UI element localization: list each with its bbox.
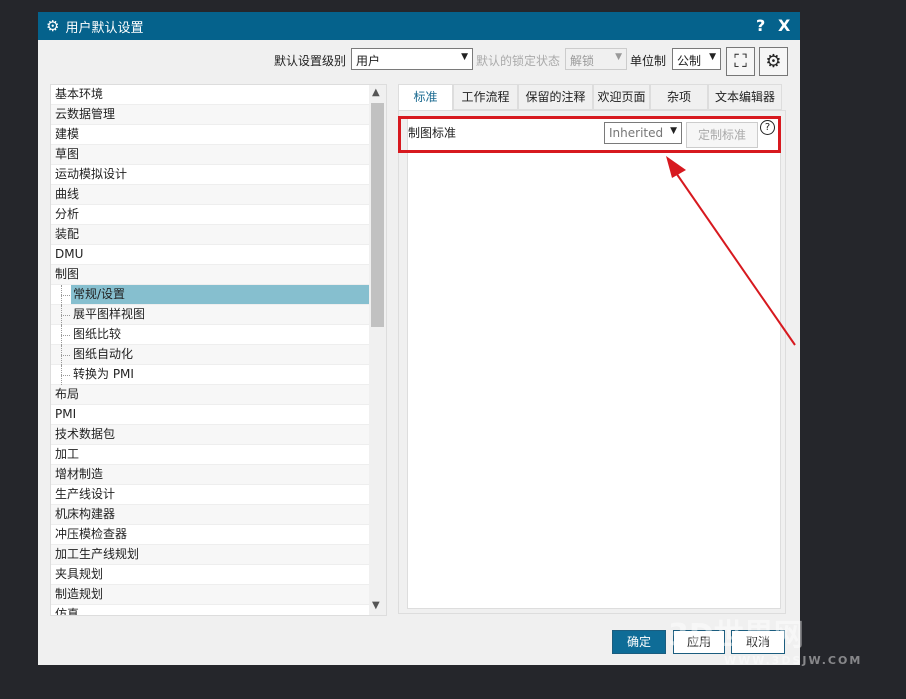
watermark-url: WWW.3DSJW.COM [724, 654, 863, 667]
annotation-arrow [666, 156, 796, 346]
watermark: 3D世界网 WWW.3DSJW.COM [650, 610, 862, 667]
watermark-brand: 3D世界网 [668, 618, 804, 653]
